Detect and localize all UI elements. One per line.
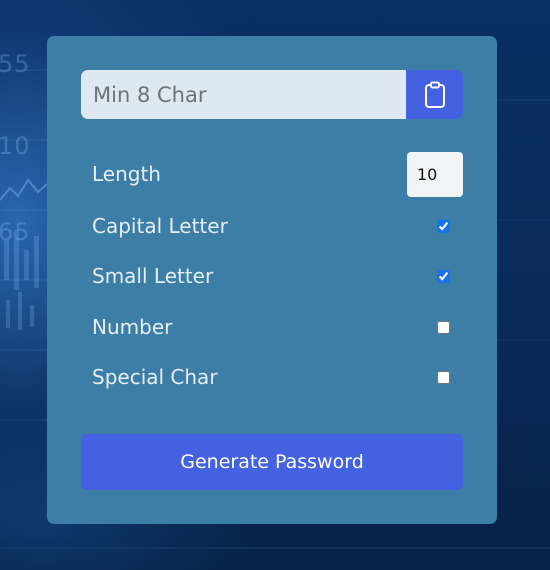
capital-letter-option: Capital Letter	[92, 206, 463, 246]
small-letter-option: Small Letter	[92, 256, 463, 296]
small-letter-checkbox[interactable]	[437, 269, 450, 283]
length-input[interactable]	[407, 151, 463, 197]
background-number: 65	[0, 218, 31, 246]
background-number: 55	[0, 50, 31, 78]
special-char-checkbox[interactable]	[437, 370, 450, 384]
number-checkbox[interactable]	[437, 320, 450, 334]
generate-password-button[interactable]: Generate Password	[81, 434, 463, 490]
special-char-option: Special Char	[92, 357, 463, 397]
length-label: Length	[92, 162, 161, 186]
copy-button[interactable]	[406, 70, 463, 119]
password-row	[81, 70, 463, 119]
password-input[interactable]	[81, 70, 406, 119]
password-generator-card: Length Capital Letter Small Letter Numbe…	[47, 36, 497, 524]
number-option: Number	[92, 307, 463, 347]
length-option: Length	[92, 151, 463, 197]
clipboard-icon	[424, 81, 445, 108]
small-letter-label: Small Letter	[92, 264, 214, 288]
capital-letter-label: Capital Letter	[92, 214, 228, 238]
capital-letter-checkbox[interactable]	[437, 219, 450, 233]
background-number: 10	[0, 132, 31, 160]
special-char-label: Special Char	[92, 365, 218, 389]
number-label: Number	[92, 315, 173, 339]
